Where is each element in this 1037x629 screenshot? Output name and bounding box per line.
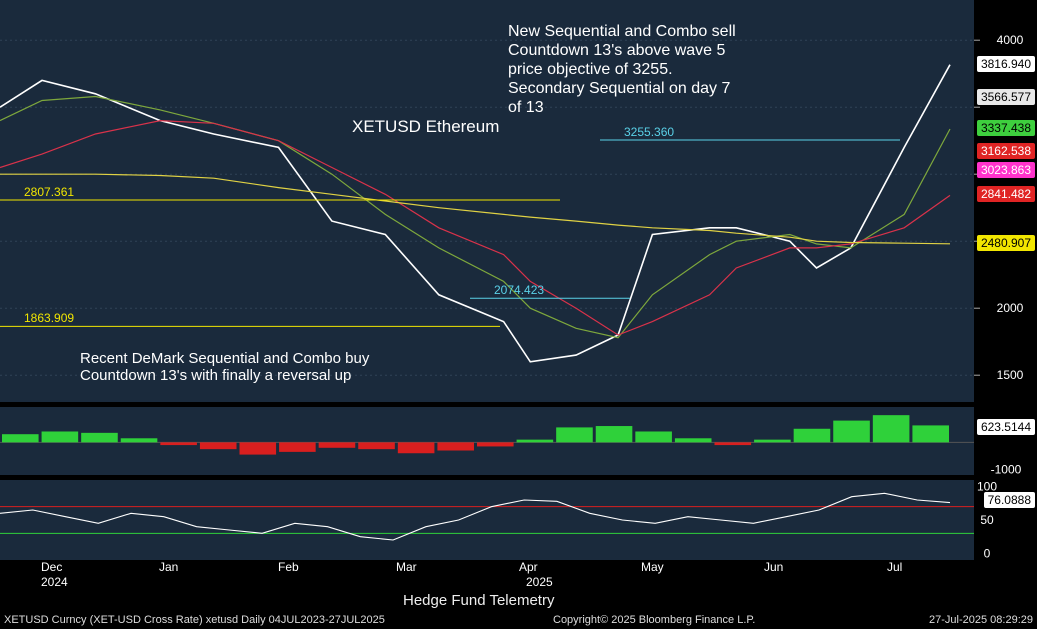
footer-timestamp: 27-Jul-2025 08:29:29 bbox=[929, 614, 1033, 626]
oscillator-bar bbox=[754, 439, 791, 443]
oscillator-bar bbox=[397, 442, 435, 454]
oscillator-bar bbox=[160, 442, 197, 446]
x-year-label: 2025 bbox=[526, 575, 553, 589]
price-tag: 3337.438 bbox=[976, 119, 1035, 136]
main-panel-bg bbox=[0, 0, 974, 402]
main-tick-label: 4000 bbox=[997, 33, 1024, 47]
oscillator-bar bbox=[595, 426, 633, 443]
oscillator-bar bbox=[714, 442, 752, 446]
oscillator-bar bbox=[516, 439, 554, 443]
price-tag: 3566.577 bbox=[976, 89, 1035, 106]
oscillator-bar bbox=[81, 432, 118, 443]
footer-copyright: Copyright© 2025 Bloomberg Finance L.P. bbox=[553, 614, 756, 626]
price-tag: 2480.907 bbox=[976, 234, 1035, 251]
price-tag: 3816.940 bbox=[976, 55, 1035, 72]
x-month-label: Dec bbox=[41, 560, 63, 574]
x-month-label: Jun bbox=[764, 560, 784, 574]
oscillator-bar bbox=[41, 431, 79, 443]
oscillator-bar bbox=[437, 442, 474, 451]
x-month-label: Apr bbox=[519, 560, 538, 574]
oscillator-bar bbox=[318, 442, 356, 448]
rsi-tick-label: 0 bbox=[984, 546, 991, 560]
rsi-value-tag: 76.0888 bbox=[983, 492, 1035, 508]
oscillator-bar bbox=[358, 442, 395, 450]
x-month-label: Jul bbox=[887, 560, 903, 574]
chart-title: XETUSD Ethereum bbox=[352, 117, 500, 136]
oscillator-bar bbox=[556, 427, 593, 443]
price-tag: 2841.482 bbox=[976, 186, 1035, 203]
oscillator-bar bbox=[2, 434, 39, 443]
x-month-label: Feb bbox=[278, 560, 299, 574]
x-month-label: Jan bbox=[159, 560, 179, 574]
oscillator-bar bbox=[833, 420, 870, 443]
oscillator-bar bbox=[635, 431, 672, 443]
level-label: 3255.360 bbox=[624, 124, 675, 139]
oscillator-bar bbox=[477, 442, 514, 447]
oscillator-tick-label: -1000 bbox=[991, 463, 1022, 477]
oscillator-bar bbox=[120, 438, 158, 443]
main-tick-label: 1500 bbox=[997, 368, 1024, 382]
oscillator-bar bbox=[872, 415, 910, 443]
oscillator-bar bbox=[912, 425, 949, 443]
level-label: 1863.909 bbox=[24, 311, 75, 326]
buy-annotation: Recent DeMark Sequential and Combo buy C… bbox=[80, 350, 370, 384]
oscillator-bar bbox=[199, 442, 237, 450]
x-year-label: 2024 bbox=[41, 575, 68, 589]
price-tag: 3023.863 bbox=[976, 162, 1035, 178]
price-tag: 3162.538 bbox=[976, 143, 1035, 160]
main-tick-label: 2000 bbox=[997, 301, 1024, 315]
x-month-label: May bbox=[641, 560, 664, 574]
rsi-panel-bg bbox=[0, 480, 974, 560]
oscillator-bar bbox=[793, 428, 831, 443]
rsi-tick-label: 50 bbox=[980, 513, 994, 527]
level-label: 2074.423 bbox=[494, 283, 545, 298]
sell-annotation: New Sequential and Combo sell Countdown … bbox=[508, 23, 736, 116]
x-month-label: Mar bbox=[396, 560, 417, 574]
footer-left: XETUSD Curncy (XET-USD Cross Rate) xetus… bbox=[4, 614, 385, 626]
footer-center: Hedge Fund Telemetry bbox=[403, 592, 555, 609]
oscillator-value-tag: 623.5144 bbox=[976, 419, 1035, 435]
oscillator-bar bbox=[674, 438, 712, 443]
oscillator-bar bbox=[279, 442, 316, 452]
level-label: 2807.361 bbox=[24, 185, 75, 199]
oscillator-bar bbox=[239, 442, 277, 455]
